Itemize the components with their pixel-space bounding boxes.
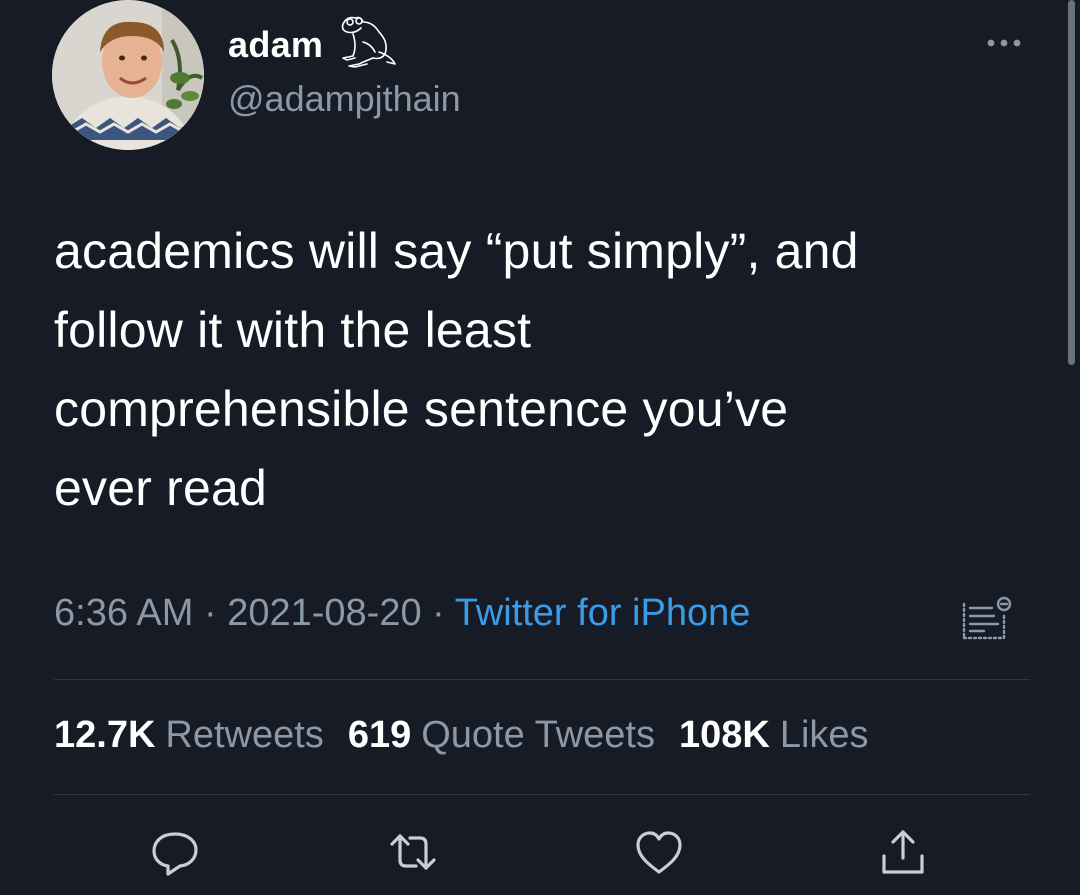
retweets-stat[interactable]: 12.7K Retweets xyxy=(54,714,324,757)
likes-label: Likes xyxy=(779,714,869,756)
avatar[interactable] xyxy=(52,0,204,150)
likes-stat[interactable]: 108K Likes xyxy=(679,714,869,757)
display-name[interactable]: adam xyxy=(228,24,323,66)
analytics-icon[interactable] xyxy=(958,594,1016,644)
like-button[interactable] xyxy=(630,826,688,878)
divider xyxy=(54,794,1030,795)
tweet-metadata: 6:36 AM · 2021-08-20 · Twitter for iPhon… xyxy=(54,592,750,635)
meta-separator: · xyxy=(193,592,228,634)
share-button[interactable] xyxy=(874,826,932,878)
retweet-button[interactable] xyxy=(384,826,442,878)
reply-icon xyxy=(152,832,198,876)
meta-separator: · xyxy=(421,592,455,634)
retweets-count: 12.7K xyxy=(54,714,156,756)
scrollbar[interactable] xyxy=(1068,0,1075,365)
quote-tweets-stat[interactable]: 619 Quote Tweets xyxy=(348,714,655,757)
quote-tweets-count: 619 xyxy=(347,714,412,756)
retweet-icon xyxy=(390,834,436,870)
divider xyxy=(54,679,1030,680)
tweet-detail: adam @adampjthain academics will say “pu… xyxy=(0,0,1080,895)
reply-button[interactable] xyxy=(146,826,204,878)
tweet-text: academics will say “put simply”, and fol… xyxy=(54,223,859,516)
frog-icon xyxy=(341,16,397,68)
like-icon xyxy=(636,831,682,874)
tweet-time[interactable]: 6:36 AM xyxy=(54,592,193,634)
share-icon xyxy=(882,830,924,874)
tweet-source-link[interactable]: Twitter for iPhone xyxy=(455,592,751,634)
retweets-label: Retweets xyxy=(165,714,324,756)
quote-tweets-label: Quote Tweets xyxy=(421,714,655,756)
author-handle[interactable]: @adampjthain xyxy=(228,78,461,120)
likes-count: 108K xyxy=(679,714,770,756)
more-options-icon[interactable] xyxy=(984,30,1024,54)
tweet-date[interactable]: 2021-08-20 xyxy=(227,592,421,634)
engagement-stats: 12.7K Retweets 619 Quote Tweets 108K Likes xyxy=(54,714,893,757)
author-name-row[interactable]: adam xyxy=(228,16,399,72)
profile-photo xyxy=(52,0,204,150)
